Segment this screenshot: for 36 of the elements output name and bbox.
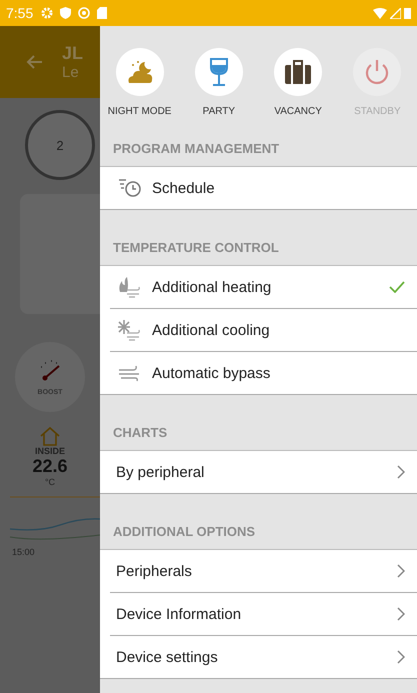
wifi-icon — [373, 8, 387, 18]
gear-icon — [41, 7, 54, 19]
inside-temperature: 22.6 — [32, 456, 68, 477]
menu-item[interactable]: Automatic bypass — [110, 352, 417, 394]
inside-label: INSIDE — [34, 446, 65, 456]
menu-item[interactable]: Additional cooling — [110, 309, 417, 351]
chart-time-label: 15:00 — [12, 547, 35, 557]
shield-icon — [60, 7, 72, 19]
sd-card-icon — [97, 7, 108, 19]
clock-list-icon — [118, 177, 142, 199]
menu-item[interactable]: Schedule — [100, 167, 417, 209]
suitcase-icon — [284, 59, 312, 85]
circle-icon — [78, 7, 90, 19]
menu-item[interactable]: Peripherals — [100, 550, 417, 592]
menu-item[interactable]: Device settings — [110, 636, 417, 678]
snowflake-wind-icon — [117, 319, 143, 341]
chevron-right-icon — [397, 564, 405, 578]
house-icon — [38, 426, 61, 446]
wine-glass-icon — [208, 57, 230, 87]
chevron-right-icon — [397, 465, 405, 479]
menu-item[interactable]: Additional heating — [100, 266, 417, 308]
back-arrow-icon[interactable] — [26, 55, 42, 69]
battery-icon — [404, 7, 411, 19]
menu-item[interactable]: Device Information — [110, 593, 417, 635]
flame-wind-icon — [117, 276, 143, 298]
chevron-right-icon — [397, 607, 405, 621]
temperature-unit: °C — [44, 477, 56, 487]
mode-button[interactable]: NIGHT MODE — [104, 48, 176, 117]
chevron-right-icon — [397, 650, 405, 664]
app-subtitle: Le — [62, 64, 80, 81]
status-time: 7:55 — [6, 5, 34, 21]
signal-icon — [390, 8, 401, 18]
mode-button[interactable]: PARTY — [182, 48, 255, 117]
mode-button[interactable]: VACANCY — [262, 48, 334, 117]
menu-item[interactable]: By peripheral — [100, 451, 417, 493]
app-title: JL — [62, 43, 84, 64]
